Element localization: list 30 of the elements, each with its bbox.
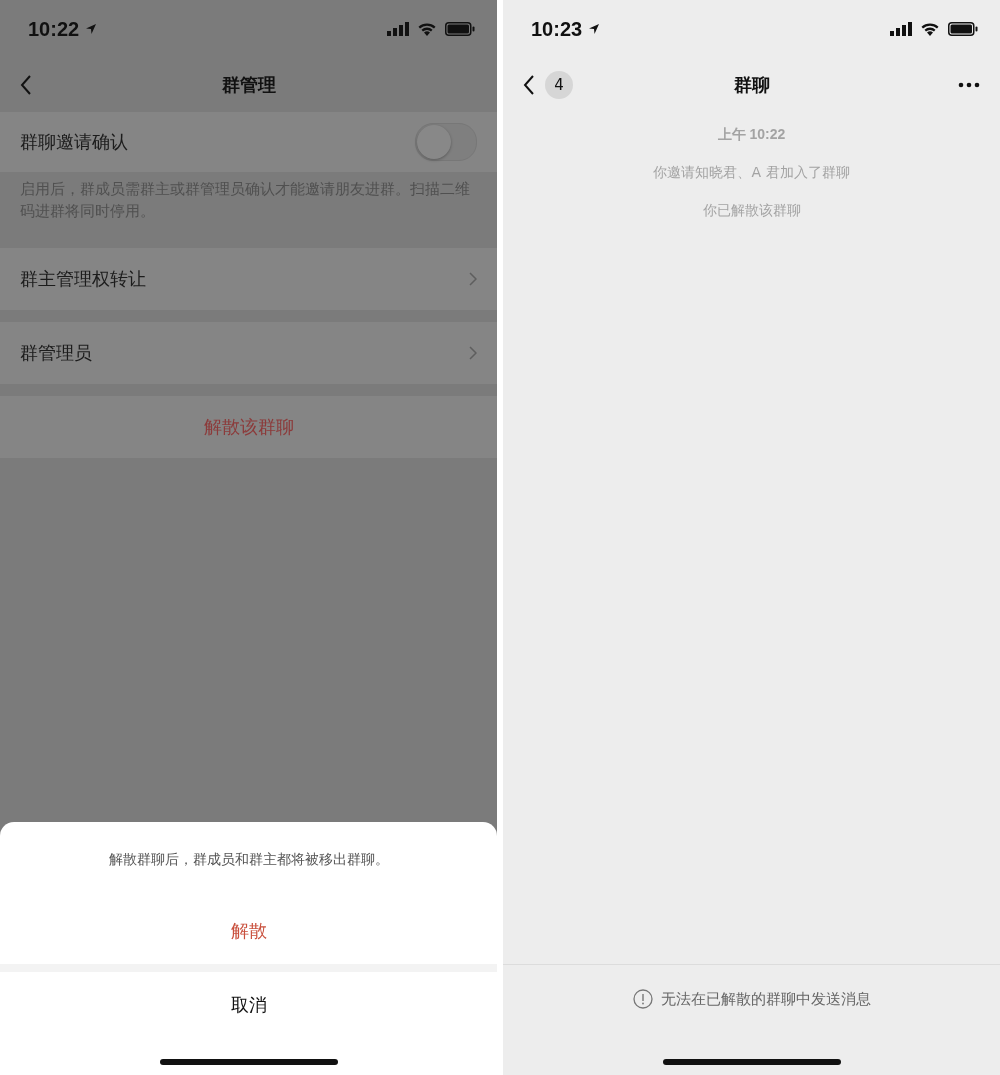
row-label: 群主管理权转让 xyxy=(20,267,146,291)
disbanded-notice: 无法在已解散的群聊中发送消息 xyxy=(660,989,871,1009)
system-message: 你邀请知晓君、A 君加入了群聊 xyxy=(653,164,850,182)
unread-count-badge: 4 xyxy=(545,71,573,99)
wifi-icon xyxy=(920,22,940,36)
chevron-right-icon xyxy=(469,346,477,360)
more-icon[interactable] xyxy=(958,82,980,88)
signal-icon xyxy=(387,22,409,36)
battery-icon xyxy=(948,22,978,36)
chat-title: 群聊 xyxy=(733,73,770,97)
settings-row[interactable]: 群主管理权转让 xyxy=(0,248,497,310)
sheet-message: 解散群聊后，群成员和群主都将被移出群聊。 xyxy=(107,850,390,869)
settings-row[interactable]: 群聊邀请确认 xyxy=(0,112,497,172)
wifi-icon xyxy=(417,22,437,36)
status-time: 10:23 xyxy=(531,17,583,41)
battery-icon xyxy=(445,22,475,36)
signal-icon xyxy=(890,22,912,36)
location-arrow-icon xyxy=(85,23,98,35)
location-arrow-icon xyxy=(588,23,601,35)
row-label: 群管理员 xyxy=(20,341,92,365)
timestamp: 上午 10:22 xyxy=(717,126,786,144)
settings-row[interactable]: 群管理员 xyxy=(0,322,497,384)
system-message: 你已解散该群聊 xyxy=(702,202,801,220)
status-time: 10:22 xyxy=(28,17,80,41)
back-icon[interactable] xyxy=(523,74,535,96)
toggle-switch[interactable] xyxy=(415,123,477,161)
exclamation-circle-icon xyxy=(632,989,653,1009)
chevron-right-icon xyxy=(469,272,477,286)
row-label: 群聊邀请确认 xyxy=(20,130,128,154)
page-title: 群管理 xyxy=(221,73,276,97)
